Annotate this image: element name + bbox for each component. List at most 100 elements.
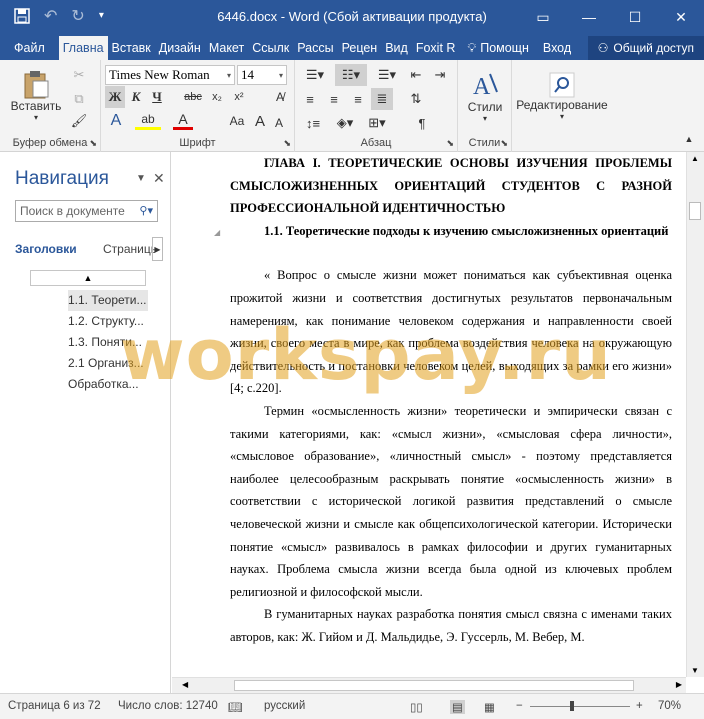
multilevel-list-icon[interactable]: ☰▾ — [371, 64, 403, 86]
page-counter[interactable]: Страница 6 из 72 — [8, 700, 101, 712]
font-size-select[interactable]: 14 ▾ — [237, 65, 287, 85]
tab-file[interactable]: Файл — [0, 36, 59, 60]
italic-button[interactable]: К — [126, 86, 146, 108]
align-center-icon[interactable]: ≡ — [323, 88, 345, 110]
tab-insert[interactable]: Вставк — [108, 36, 155, 60]
clear-formatting-icon[interactable]: A̸ — [271, 86, 289, 108]
superscript-button[interactable]: x² — [229, 86, 249, 108]
justify-icon[interactable]: ≣ — [371, 88, 393, 110]
line-spacing-icon[interactable]: ↕≡ — [299, 112, 327, 134]
proofing-icon[interactable]: 📖︎ — [228, 700, 243, 714]
nav-item[interactable]: 1.1. Теорети... — [68, 290, 148, 311]
styles-group: A Стили ▾ Стили ⬊ — [458, 60, 512, 152]
font-color-button[interactable]: A — [173, 110, 193, 130]
read-mode-icon[interactable]: ▯▯ — [410, 700, 423, 714]
tab-home[interactable]: Главна — [58, 36, 108, 60]
title-bar: ↶ ↻ ▾ 6446.docx - Word (Сбой активации п… — [0, 0, 704, 36]
document-area[interactable]: ГЛАВА I. ТЕОРЕТИЧЕСКИЕ ОСНОВЫ ИЗУЧЕНИЯ П… — [172, 152, 686, 677]
highlight-button[interactable]: ab — [135, 110, 161, 130]
zoom-thumb[interactable] — [570, 701, 574, 711]
zoom-slider[interactable] — [530, 706, 630, 707]
tab-references[interactable]: Ссылк — [248, 36, 293, 60]
tab-foxit[interactable]: Foxit R — [412, 36, 460, 60]
collapse-ribbon-icon[interactable]: ▲ — [680, 128, 698, 150]
styles-button[interactable]: A Стили ▾ — [460, 64, 510, 128]
dialog-launcher-icon[interactable]: ⬊ — [89, 138, 97, 149]
scroll-down-icon[interactable]: ▼ — [691, 666, 699, 675]
chevron-right-icon[interactable]: ▶ — [152, 237, 163, 261]
change-case-button[interactable]: Aa — [225, 110, 249, 132]
copy-icon[interactable]: ⧉ — [68, 88, 90, 110]
bullets-icon[interactable]: ☰▾ — [299, 64, 331, 86]
search-icon[interactable]: ⚲▾ — [139, 204, 153, 217]
sign-in-link[interactable]: Вход — [533, 36, 575, 60]
tab-headings[interactable]: Заголовки — [15, 242, 77, 256]
align-right-icon[interactable]: ≡ — [347, 88, 369, 110]
increase-indent-icon[interactable]: ⇥ — [429, 64, 451, 86]
chapter-heading: ГЛАВА I. ТЕОРЕТИЧЕСКИЕ ОСНОВЫ ИЗУЧЕНИЯ П… — [230, 156, 672, 216]
text-effects-button[interactable]: A — [105, 110, 127, 132]
tab-view[interactable]: Вид — [381, 36, 412, 60]
tab-review[interactable]: Рецен — [338, 36, 382, 60]
word-count[interactable]: Число слов: 12740 — [118, 700, 218, 712]
share-button[interactable]: ⚇ Общий доступ — [587, 36, 704, 60]
numbering-icon[interactable]: ☷▾ — [335, 64, 367, 86]
print-layout-icon[interactable]: ▤ — [450, 700, 465, 714]
collapse-headings-icon[interactable]: ▲ — [30, 270, 146, 286]
collapse-heading-icon[interactable]: ◢ — [214, 228, 220, 237]
shading-icon[interactable]: ◈▾ — [331, 112, 359, 134]
nav-item[interactable]: Обработка... — [68, 374, 148, 395]
share-label: Общий доступ — [613, 41, 694, 55]
tab-design[interactable]: Дизайн — [155, 36, 205, 60]
document-page[interactable]: ГЛАВА I. ТЕОРЕТИЧЕСКИЕ ОСНОВЫ ИЗУЧЕНИЯ П… — [230, 152, 672, 648]
paste-button[interactable]: Вставить ▾ — [8, 64, 64, 126]
show-marks-icon[interactable]: ¶ — [411, 112, 433, 134]
nav-item[interactable]: 2.1 Организ... — [68, 353, 148, 374]
tab-help[interactable]: 💡︎ Помощн — [459, 36, 532, 60]
borders-icon[interactable]: ⊞▾ — [363, 112, 391, 134]
editing-button[interactable]: Редактирование ▾ — [516, 64, 608, 128]
tab-pages[interactable]: Страницы — [103, 242, 155, 256]
zoom-out-icon[interactable]: − — [516, 700, 523, 712]
cut-icon[interactable]: ✂ — [68, 64, 90, 86]
underline-button[interactable]: Ч — [147, 86, 167, 108]
horizontal-scrollbar[interactable]: ◀ ▶ — [172, 677, 686, 693]
maximize-icon[interactable]: ☐ — [612, 0, 658, 34]
ribbon-display-icon[interactable]: ▭ — [520, 0, 566, 34]
scroll-thumb[interactable] — [689, 202, 701, 220]
align-left-icon[interactable]: ≡ — [299, 88, 321, 110]
dialog-launcher-icon[interactable]: ⬊ — [500, 138, 508, 149]
styles-label: Стили — [467, 99, 503, 114]
dialog-launcher-icon[interactable]: ⬊ — [446, 138, 454, 149]
grow-font-button[interactable]: A — [251, 110, 269, 132]
window-controls: ▭ — ☐ ✕ — [520, 0, 704, 34]
close-icon[interactable]: ✕ — [658, 0, 704, 34]
editing-label: Редактирование — [516, 97, 608, 112]
shrink-font-button[interactable]: A — [271, 112, 287, 134]
bold-button[interactable]: Ж — [105, 86, 125, 108]
vertical-scrollbar[interactable]: ▲ ▼ — [686, 152, 704, 677]
scroll-left-icon[interactable]: ◀ — [182, 680, 188, 689]
scroll-right-icon[interactable]: ▶ — [676, 680, 682, 689]
nav-item[interactable]: 1.3. Поняти... — [68, 332, 148, 353]
zoom-in-icon[interactable]: + — [636, 700, 643, 712]
font-name-select[interactable]: Times New Roman ▾ — [105, 65, 235, 85]
tab-mailings[interactable]: Рассы — [293, 36, 337, 60]
nav-search-input[interactable]: Поиск в документе ⚲▾ — [15, 200, 158, 222]
nav-item[interactable]: 1.2. Структу... — [68, 311, 148, 332]
dialog-launcher-icon[interactable]: ⬊ — [283, 138, 291, 149]
decrease-indent-icon[interactable]: ⇤ — [405, 64, 427, 86]
language[interactable]: русский — [264, 700, 305, 712]
format-painter-icon[interactable]: 🖌︎ — [68, 110, 90, 132]
minimize-icon[interactable]: — — [566, 0, 612, 34]
web-layout-icon[interactable]: ▦ — [484, 700, 495, 714]
nav-options-icon[interactable]: ▼ — [136, 173, 146, 184]
scroll-thumb[interactable] — [234, 680, 634, 691]
subscript-button[interactable]: x₂ — [207, 86, 227, 108]
scroll-up-icon[interactable]: ▲ — [691, 154, 699, 163]
sort-icon[interactable]: ⇅ — [405, 88, 427, 110]
strikethrough-button[interactable]: abc — [181, 86, 205, 108]
nav-close-icon[interactable]: ✕ — [153, 170, 165, 187]
tab-layout[interactable]: Макет — [205, 36, 248, 60]
zoom-level[interactable]: 70% — [658, 700, 681, 712]
